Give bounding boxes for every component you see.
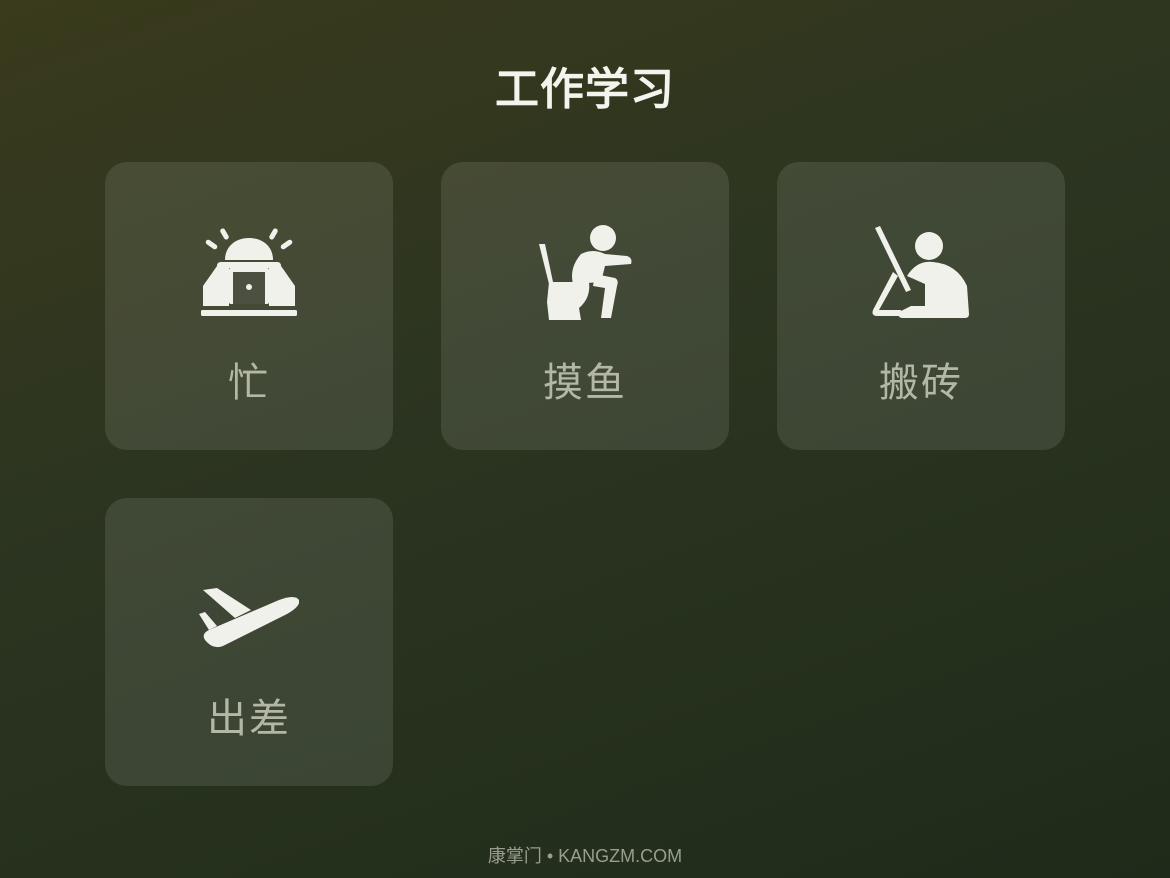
status-tile-business-trip[interactable]: 出差 — [105, 498, 393, 786]
tile-label: 忙 — [228, 360, 270, 406]
airplane-departure-icon — [199, 560, 299, 660]
tile-label: 搬砖 — [879, 360, 963, 406]
status-tile-working[interactable]: 搬砖 — [777, 162, 1065, 450]
status-tile-busy[interactable]: 忙 — [105, 162, 393, 450]
tile-label: 出差 — [207, 696, 291, 742]
footer-credit: 康掌门 • KANGZM.COM — [487, 846, 683, 866]
alarm-laptop-icon — [199, 224, 299, 324]
status-grid: 忙 摸鱼 搬砖 出差 — [105, 162, 1065, 786]
tile-label: 摸鱼 — [543, 360, 627, 406]
page-title: 工作学习 — [495, 64, 675, 115]
toilet-sitting-icon — [535, 224, 635, 324]
desk-work-icon — [871, 224, 971, 324]
status-tile-slacking[interactable]: 摸鱼 — [441, 162, 729, 450]
